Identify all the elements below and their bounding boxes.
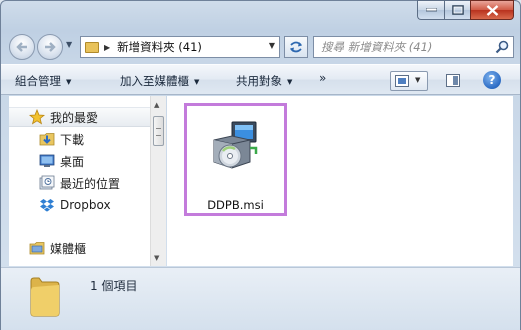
maximize-button[interactable]: [444, 0, 470, 20]
more-commands-button[interactable]: »: [319, 71, 326, 85]
organize-menu-button[interactable]: 組合管理 ▼: [15, 73, 71, 89]
download-folder-icon: [39, 133, 55, 146]
refresh-icon: [290, 41, 302, 53]
dropbox-icon: [40, 199, 54, 212]
breadcrumb-current-folder[interactable]: 新增資料夾 (41): [117, 39, 202, 55]
nav-item-label: 最近的位置: [60, 176, 121, 191]
file-list-pane: DDPB.msi: [167, 96, 513, 266]
back-button[interactable]: [9, 34, 35, 60]
organize-label: 組合管理: [15, 74, 61, 88]
recent-places-icon: [39, 175, 55, 190]
help-button[interactable]: ?: [483, 71, 501, 89]
address-row: ▼ ▶ 新增資料夾 (41) ▼ 搜尋 新增資料夾 (41): [7, 31, 514, 61]
preview-pane-button[interactable]: [442, 71, 464, 91]
scroll-thumb[interactable]: [153, 116, 164, 146]
nav-pane-scrollbar[interactable]: ▲ ▼: [150, 96, 166, 266]
libraries-icon: [29, 242, 45, 255]
minimize-icon: [425, 8, 437, 12]
preview-pane-icon: [446, 74, 460, 87]
caption-buttons: [417, 0, 514, 21]
details-pane: 1 個項目: [1, 267, 520, 330]
nav-item-label: Dropbox: [60, 198, 111, 212]
scroll-up-icon[interactable]: ▲: [154, 101, 159, 109]
msi-installer-icon: [213, 121, 258, 169]
help-icon: ?: [488, 73, 496, 87]
folder-icon: [30, 277, 60, 317]
back-arrow-icon: [16, 42, 27, 52]
address-bar[interactable]: ▶ 新增資料夾 (41) ▼: [80, 36, 280, 58]
minimize-button[interactable]: [417, 0, 444, 20]
nav-item-label: 我的最愛: [50, 110, 99, 125]
command-bar: 組合管理 ▼ 加入至媒體櫃 ▼ 共用對象 ▼ » ▼ ?: [1, 64, 520, 95]
desktop-icon: [39, 154, 55, 167]
chevron-down-icon: ▼: [194, 78, 200, 86]
close-button[interactable]: [470, 0, 514, 20]
address-history-dropdown[interactable]: ▼: [269, 41, 275, 50]
maximize-icon: [451, 5, 464, 15]
forward-button[interactable]: [37, 34, 63, 60]
breadcrumb-separator-icon[interactable]: ▶: [104, 43, 110, 52]
recent-pages-dropdown[interactable]: ▼: [66, 40, 72, 49]
search-placeholder: 搜尋 新增資料夾 (41): [321, 40, 433, 54]
explorer-window: ▼ ▶ 新增資料夾 (41) ▼ 搜尋 新增資料夾 (41) 組合管理 ▼ 加入…: [0, 0, 521, 330]
chevron-down-icon: ▼: [287, 78, 293, 86]
nav-item-label: 桌面: [60, 154, 85, 169]
file-item-ddpb-msi[interactable]: DDPB.msi: [184, 103, 287, 216]
folder-icon: [85, 41, 99, 53]
share-with-button[interactable]: 共用對象 ▼: [236, 73, 292, 89]
chevron-down-icon[interactable]: ▼: [415, 76, 420, 84]
include-in-library-label: 加入至媒體櫃: [120, 74, 189, 88]
include-in-library-button[interactable]: 加入至媒體櫃 ▼: [120, 73, 199, 89]
nav-item-label: 媒體櫃: [50, 241, 87, 256]
search-icon[interactable]: [495, 40, 509, 54]
navigation-pane: 我的最愛 下載 桌面 最近的位置 Dropbox 媒體櫃: [9, 96, 150, 266]
scroll-down-icon[interactable]: ▼: [154, 254, 159, 262]
forward-arrow-icon: [45, 42, 56, 52]
change-view-button[interactable]: ▼: [390, 71, 428, 91]
item-count-text: 1 個項目: [90, 279, 138, 293]
close-icon: [486, 4, 498, 16]
file-name-label: DDPB.msi: [207, 198, 264, 212]
star-icon: [29, 109, 45, 125]
search-input[interactable]: 搜尋 新增資料夾 (41): [313, 36, 514, 58]
nav-item-label: 下載: [60, 132, 85, 147]
view-icon: [395, 75, 409, 87]
chevron-down-icon: ▼: [66, 78, 72, 86]
refresh-button[interactable]: [284, 36, 308, 58]
share-with-label: 共用對象: [236, 74, 282, 88]
